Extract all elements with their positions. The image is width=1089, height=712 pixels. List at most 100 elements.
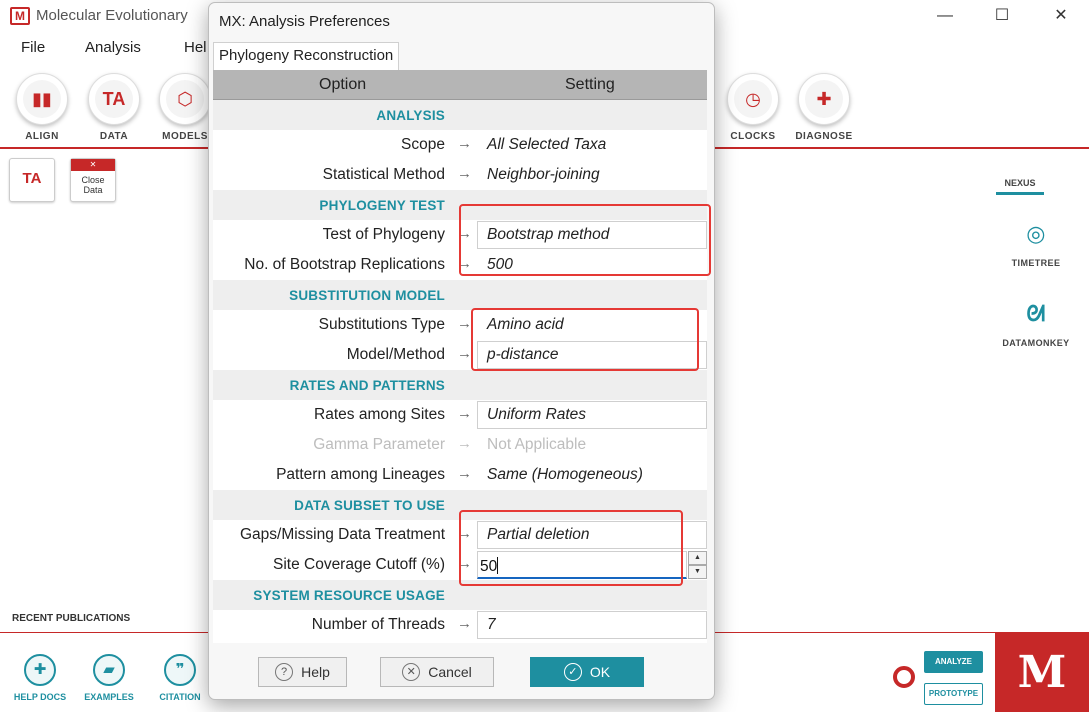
maximize-button[interactable]: ☐ (987, 5, 1017, 27)
spin-down-icon[interactable]: ▼ (688, 565, 707, 579)
align-tool-button[interactable]: ▮▮ ALIGN (7, 73, 77, 142)
option-row-pattern-among-lineages[interactable]: Pattern among Lineages → Same (Homogeneo… (213, 460, 707, 490)
option-label: Gamma Parameter (313, 436, 445, 453)
grid-header: Option Setting (213, 70, 707, 100)
help-button[interactable]: ? Help (258, 657, 347, 687)
prototype-button[interactable]: PROTOTYPE (924, 683, 983, 705)
section-substitution-model: SUBSTITUTION MODEL (213, 280, 707, 310)
tab-phylogeny-reconstruction[interactable]: Phylogeny Reconstruction (213, 42, 400, 70)
window-title: Molecular Evolutionary (36, 7, 188, 24)
option-row-statistical-method[interactable]: Statistical Method → Neighbor-joining (213, 160, 707, 190)
menu-file[interactable]: File (21, 39, 45, 56)
minimize-button[interactable]: — (930, 5, 960, 27)
number-of-threads-input[interactable] (477, 611, 707, 639)
data-tool-button[interactable]: TA DATA (79, 73, 149, 142)
setting-column-header: Setting (565, 76, 615, 93)
data-label: DATA (99, 131, 129, 142)
diagnose-tool-button[interactable]: ✚ DIAGNOSE (789, 73, 859, 142)
align-icon: ▮▮ (23, 80, 61, 118)
option-label: Model/Method (346, 346, 445, 363)
models-icon: ⬡ (166, 80, 204, 118)
ok-button-label: OK (589, 664, 611, 680)
option-label: Pattern among Lineages (276, 466, 445, 483)
ta-data-icon: TA (95, 80, 133, 118)
plus-icon: ✚ (805, 80, 843, 118)
arrow-icon: → (457, 615, 472, 632)
cancel-icon: ✕ (402, 663, 421, 681)
arrow-icon: → (457, 165, 472, 182)
quote-icon: ❞ (164, 654, 196, 686)
section-title: SUBSTITUTION MODEL (289, 288, 445, 303)
nexus-tab[interactable]: NEXUS (996, 178, 1044, 195)
timetree-icon: ◎ (1026, 221, 1046, 246)
close-data-button[interactable]: ✕ Close Data (70, 158, 116, 202)
option-row-gamma-parameter: Gamma Parameter → Not Applicable (213, 430, 707, 460)
ta-file-icon[interactable]: TA (9, 158, 55, 202)
option-row-number-of-threads[interactable]: Number of Threads → 7 (213, 610, 707, 640)
section-title: RATES AND PATTERNS (289, 378, 445, 393)
highlight-box-phylogeny-test (459, 204, 711, 276)
question-icon: ? (275, 663, 294, 681)
mega-brand-logo: M (995, 633, 1089, 712)
number-of-threads-value: 7 (487, 616, 496, 633)
option-label: Substitutions Type (318, 316, 445, 333)
section-title: PHYLOGENY TEST (319, 198, 445, 213)
option-row-rates-among-sites[interactable]: Rates among Sites → Uniform Rates (213, 400, 707, 430)
rates-among-sites-value: Uniform Rates (487, 406, 587, 423)
examples-button[interactable]: ▰ EXAMPLES (77, 654, 141, 702)
option-label: Test of Phylogeny (322, 226, 445, 243)
gamma-parameter-value: Not Applicable (487, 436, 587, 453)
option-row-scope[interactable]: Scope → All Selected Taxa (213, 130, 707, 160)
clocks-label: CLOCKS (730, 131, 776, 142)
menu-help[interactable]: Hel (184, 39, 207, 56)
statistical-method-value[interactable]: Neighbor-joining (487, 166, 600, 184)
highlight-box-substitution-model (471, 308, 699, 371)
ok-button[interactable]: ✓ OK (530, 657, 644, 687)
close-window-button[interactable]: ✕ (1046, 5, 1076, 27)
section-title: DATA SUBSET TO USE (294, 498, 445, 513)
option-label: Scope (401, 136, 445, 153)
pattern-among-lineages-value[interactable]: Same (Homogeneous) (487, 466, 643, 484)
lifebuoy-icon[interactable] (893, 666, 915, 688)
option-label: Statistical Method (322, 166, 445, 183)
help-docs-button[interactable]: ✚ HELP DOCS (8, 654, 72, 702)
folder-icon: ▰ (93, 654, 125, 686)
cancel-button-label: Cancel (428, 664, 472, 680)
dialog-title: MX: Analysis Preferences (219, 13, 390, 30)
arrow-icon: → (457, 135, 472, 152)
clocks-tool-button[interactable]: ◷ CLOCKS (718, 73, 788, 142)
option-label: Rates among Sites (314, 406, 445, 423)
help-button-label: Help (301, 664, 330, 680)
option-label: No. of Bootstrap Replications (244, 256, 445, 273)
datamonkey-button[interactable]: ᘛ DATAMONKEY (996, 300, 1076, 348)
cancel-button[interactable]: ✕ Cancel (380, 657, 494, 687)
analysis-preferences-dialog: MX: Analysis Preferences Phylogeny Recon… (208, 2, 715, 700)
datamonkey-label: DATAMONKEY (1002, 338, 1070, 348)
option-label: Site Coverage Cutoff (%) (272, 556, 445, 573)
close-data-label-2: Data (83, 185, 103, 195)
section-analysis: ANALYSIS (213, 100, 707, 130)
examples-label: EXAMPLES (84, 692, 134, 702)
option-column-header: Option (319, 76, 367, 93)
spin-up-icon[interactable]: ▲ (688, 551, 707, 565)
align-label: ALIGN (25, 131, 59, 142)
citation-label: CITATION (159, 692, 201, 702)
recent-publications-heading: RECENT PUBLICATIONS (12, 613, 131, 624)
clock-icon: ◷ (734, 80, 772, 118)
menu-analysis[interactable]: Analysis (85, 39, 141, 56)
citation-button[interactable]: ❞ CITATION (148, 654, 212, 702)
cutoff-spinner[interactable]: ▲ ▼ (688, 551, 707, 579)
option-label: Gaps/Missing Data Treatment (239, 526, 445, 543)
close-icon: ✕ (71, 159, 115, 171)
arrow-icon: → (457, 405, 472, 422)
arrow-icon: → (457, 345, 472, 362)
scope-value[interactable]: All Selected Taxa (487, 136, 606, 154)
options-grid: Option Setting ANALYSIS Scope → All Sele… (213, 70, 711, 643)
section-title: SYSTEM RESOURCE USAGE (253, 588, 445, 603)
timetree-button[interactable]: ◎ TIMETREE (996, 220, 1076, 268)
lifebuoy-icon: ✚ (24, 654, 56, 686)
check-icon: ✓ (563, 663, 582, 681)
diagnose-label: DIAGNOSE (795, 131, 853, 142)
analyze-button[interactable]: ANALYZE (924, 651, 983, 673)
close-data-label-1: Close (81, 175, 105, 185)
